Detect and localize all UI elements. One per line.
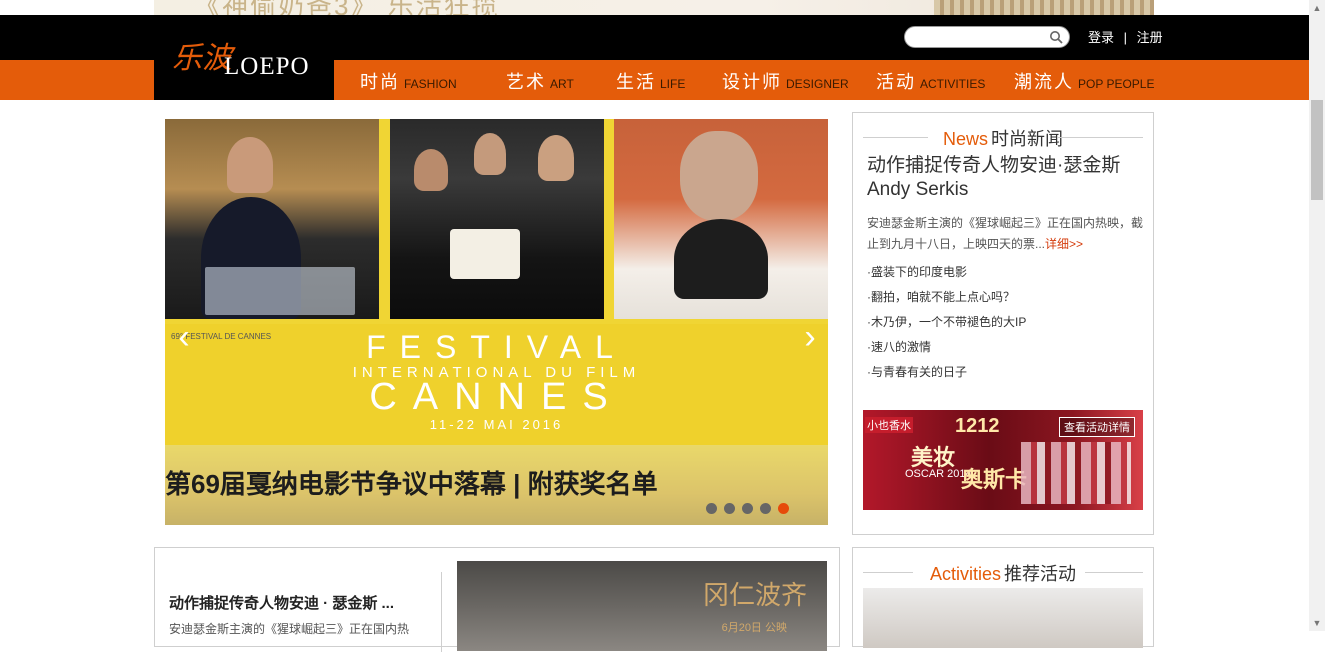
nav-item-designer[interactable]: 设计师 DESIGNER <box>722 60 849 100</box>
person-figure <box>227 137 273 193</box>
carousel-dot-1[interactable] <box>706 503 717 514</box>
feature-divider <box>441 572 442 652</box>
nav-label-zh: 生活 <box>616 72 656 92</box>
auth-links: 登录 | 注册 <box>1088 27 1163 46</box>
search-input[interactable] <box>913 29 1043 45</box>
nav-label-zh: 时尚 <box>360 72 400 92</box>
cannes-poster: 69° FESTIVAL DE CANNES FESTIVAL INTERNAT… <box>165 324 828 449</box>
logo-text: LOEPO <box>224 53 310 80</box>
news-headline[interactable]: 动作捕捉传奇人物安迪·瑟金斯 Andy Serkis <box>867 154 1147 202</box>
ad-banner-text: 《神偷奶爸3》 乐活狂揽 <box>194 0 500 15</box>
carousel-photo-2 <box>390 119 604 319</box>
news-list-item[interactable]: ·木乃伊，一个不带褪色的大IP <box>867 315 1026 340</box>
news-list: ·盛装下的印度电影 ·翻拍，咱就不能上点心吗？ ·木乃伊，一个不带褪色的大IP … <box>867 265 1026 390</box>
activity-image[interactable] <box>863 588 1143 648</box>
nav-label-en: ART <box>550 77 574 91</box>
carousel-dot-4[interactable] <box>760 503 771 514</box>
search-box[interactable] <box>904 26 1070 48</box>
feature-image[interactable]: 冈仁波齐 6月20日 公映 <box>457 561 827 651</box>
news-list-item[interactable]: ·速八的激情 <box>867 340 1026 365</box>
nav-label-zh: 设计师 <box>722 72 782 92</box>
news-heading-zh: 时尚新闻 <box>991 129 1063 149</box>
auth-separator: | <box>1123 30 1128 45</box>
nav-item-life[interactable]: 生活 LIFE <box>616 60 685 100</box>
poster-line-1: FESTIVAL <box>366 329 627 365</box>
site-logo[interactable]: 乐波 LOEPO <box>154 15 334 100</box>
news-summary-text: 安迪瑟金斯主演的《猩球崛起三》正在国内热映，截止到九月十八日，上映四天的票... <box>867 216 1144 251</box>
nav-item-art[interactable]: 艺术 ART <box>506 60 574 100</box>
nav-label-en: FASHION <box>404 77 457 91</box>
nav-label-en: LIFE <box>660 77 686 91</box>
scroll-down-icon[interactable]: ▼ <box>1309 615 1325 631</box>
person-figure <box>474 133 506 175</box>
scrollbar-thumb[interactable] <box>1311 100 1323 200</box>
page-scrollbar[interactable]: ▲ ▼ <box>1309 0 1325 631</box>
nav-label-en: DESIGNER <box>786 77 849 91</box>
carousel-photo-1 <box>165 119 379 319</box>
nav-label-zh: 艺术 <box>506 72 546 92</box>
activities-section-heading: Activities 推荐活动 <box>863 560 1143 586</box>
promo-banner[interactable]: 小也香水 1212 美妆 OSCAR 2014 奥斯卡 查看活动详情 <box>863 410 1143 510</box>
hero-carousel[interactable]: 69° FESTIVAL DE CANNES FESTIVAL INTERNAT… <box>165 119 828 525</box>
nav-label-en: ACTIVITIES <box>920 77 986 91</box>
carousel-pagination <box>706 501 796 519</box>
heading-rule <box>863 572 913 573</box>
heading-rule <box>1058 137 1143 138</box>
news-list-item[interactable]: ·盛装下的印度电影 <box>867 265 1026 290</box>
heading-rule <box>863 137 928 138</box>
feature-image-calligraphy: 冈仁波齐 <box>702 581 807 611</box>
promo-tag: 小也香水 <box>865 417 913 433</box>
news-section-heading: News 时尚新闻 <box>863 125 1143 151</box>
search-icon[interactable] <box>1049 30 1063 44</box>
scroll-up-icon[interactable]: ▲ <box>1309 0 1325 16</box>
cosmetic-bottles-image <box>1021 442 1131 504</box>
carousel-next-arrow[interactable]: › <box>795 319 825 355</box>
feature-article: 动作捕捉传奇人物安迪 · 瑟金斯 ... 安迪瑟金斯主演的《猩球崛起三》正在国内… <box>154 547 840 652</box>
news-summary: 安迪瑟金斯主演的《猩球崛起三》正在国内热映，截止到九月十八日，上映四天的票...… <box>867 213 1149 255</box>
carousel-caption[interactable]: 第69届戛纳电影节争议中落幕 | 附获奖名单 <box>165 464 658 501</box>
promo-title: 奥斯卡 <box>961 467 1028 492</box>
activities-heading-en: Activities <box>929 564 1001 584</box>
carousel-photo-3 <box>614 119 828 319</box>
podium-glass <box>205 267 355 315</box>
login-link[interactable]: 登录 <box>1088 30 1114 45</box>
nav-label-zh: 活动 <box>876 72 916 92</box>
register-link[interactable]: 注册 <box>1137 30 1163 45</box>
poster-line-3: CANNES <box>369 376 624 418</box>
top-ad-banner[interactable]: 《神偷奶爸3》 乐活狂揽 <box>154 0 1154 15</box>
person-figure <box>680 131 758 221</box>
ad-banner-decoration <box>934 0 1154 15</box>
carousel-dot-5[interactable] <box>778 503 789 514</box>
feature-desc: 安迪瑟金斯主演的《猩球崛起三》正在国内热 <box>169 622 410 636</box>
carousel-prev-arrow[interactable]: ‹ <box>169 319 199 355</box>
news-more-link[interactable]: 详细>> <box>1045 237 1083 251</box>
person-figure <box>414 149 448 191</box>
carousel-dot-3[interactable] <box>742 503 753 514</box>
news-list-item[interactable]: ·与青春有关的日子 <box>867 365 1026 390</box>
award-certificate <box>450 229 520 279</box>
news-heading-en: News <box>942 129 988 149</box>
nav-item-fashion[interactable]: 时尚 FASHION <box>360 60 457 100</box>
activities-panel: Activities 推荐活动 <box>852 547 1154 648</box>
feature-image-date: 6月20日 公映 <box>721 622 787 634</box>
activities-heading-zh: 推荐活动 <box>1004 564 1076 584</box>
news-panel: News 时尚新闻 动作捕捉传奇人物安迪·瑟金斯 Andy Serkis 安迪瑟金… <box>852 112 1154 535</box>
carousel-dot-2[interactable] <box>724 503 735 514</box>
nav-item-activities[interactable]: 活动 ACTIVITIES <box>876 60 985 100</box>
photo-gap <box>379 119 390 319</box>
logo-mark: 乐波 <box>172 41 232 76</box>
person-suit <box>674 219 768 299</box>
feature-title[interactable]: 动作捕捉传奇人物安迪 · 瑟金斯 ... <box>169 592 394 613</box>
news-list-item[interactable]: ·翻拍，咱就不能上点心吗？ <box>867 290 1026 315</box>
poster-line-4: 11-22 MAI 2016 <box>429 417 564 432</box>
heading-rule <box>1085 572 1143 573</box>
nav-item-pop-people[interactable]: 潮流人 POP PEOPLE <box>1014 60 1154 100</box>
promo-number: 1212 <box>955 415 1000 437</box>
nav-label-en: POP PEOPLE <box>1078 77 1155 91</box>
person-figure <box>538 135 574 181</box>
nav-label-zh: 潮流人 <box>1014 72 1074 92</box>
promo-details-button[interactable]: 查看活动详情 <box>1059 417 1135 437</box>
